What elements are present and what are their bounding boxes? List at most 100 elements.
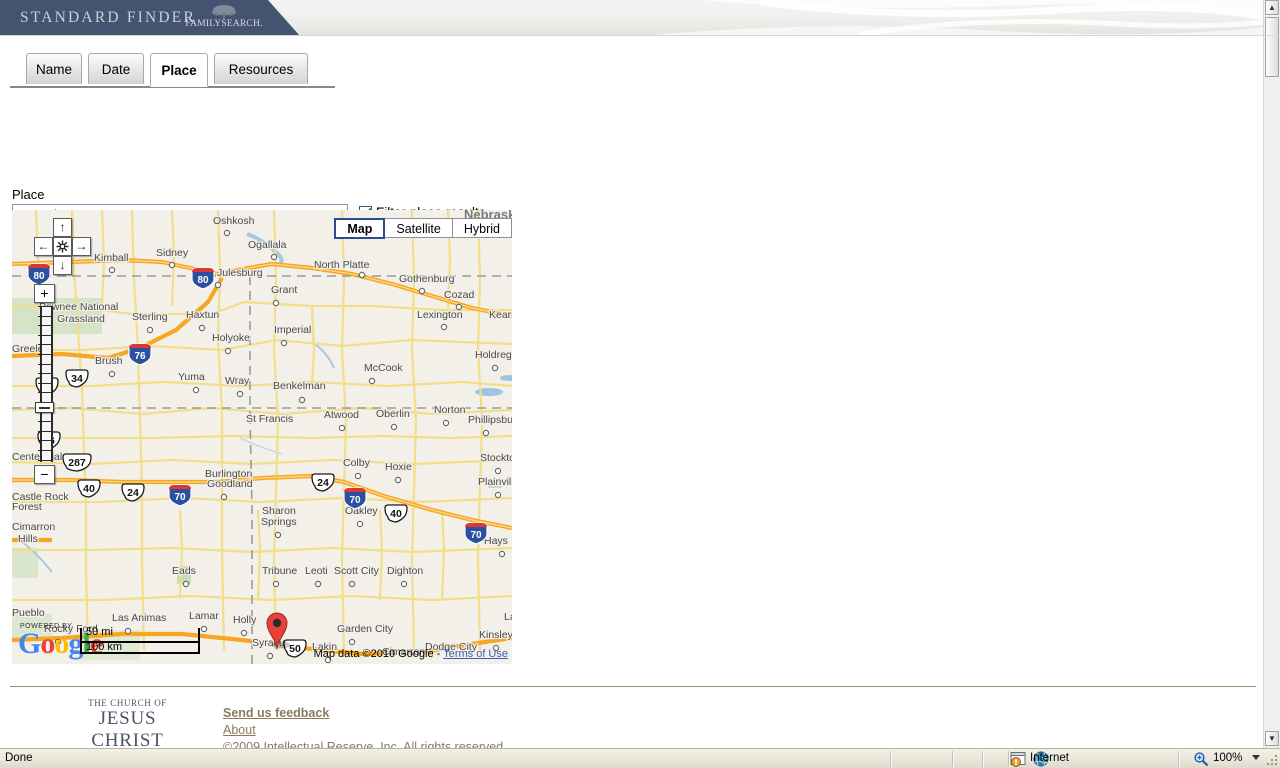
map-city-label: Grassland <box>57 313 105 325</box>
highway-shield-34: 34 <box>65 369 89 388</box>
map-zoom-control[interactable]: + − <box>34 284 58 484</box>
map-city-label: Plainville <box>478 476 512 488</box>
map-city-label: Ogallala <box>248 239 287 251</box>
map-type-map[interactable]: Map <box>334 218 386 239</box>
map-city-label: Holly <box>233 614 257 626</box>
tab-name[interactable]: Name <box>26 53 82 84</box>
scroll-down-arrow-icon[interactable]: ▼ <box>1265 731 1279 746</box>
map-city-label: Stockton <box>480 452 512 464</box>
app-title: STANDARD FINDER <box>20 9 197 26</box>
pan-up-button[interactable]: ↑ <box>53 218 72 237</box>
google-logo-o2: o <box>54 627 69 660</box>
pan-right-button[interactable]: → <box>72 237 91 256</box>
map-city-label: Dighton <box>387 565 423 577</box>
terms-of-use-link[interactable]: Terms of Use <box>443 648 508 660</box>
map-city-label: Sidney <box>156 247 189 259</box>
map-city-label: Cozad <box>444 289 475 301</box>
zoom-out-button[interactable]: − <box>34 465 55 484</box>
highway-shield-70: 70 <box>168 484 192 507</box>
map-city-label: Oshkosh <box>213 215 255 227</box>
zoom-tick <box>38 354 51 355</box>
map-type-satellite[interactable]: Satellite <box>385 218 453 238</box>
map-type-selector[interactable]: Map Satellite Hybrid <box>334 218 512 239</box>
zoom-in-button[interactable]: + <box>34 284 55 303</box>
security-zone-label: Internet <box>1030 752 1069 764</box>
vertical-scrollbar[interactable]: ▲ ▼ <box>1263 0 1280 748</box>
tab-place[interactable]: Place <box>150 53 208 87</box>
map-city-label: McCook <box>364 362 403 374</box>
map-city-label: Wray <box>225 375 250 387</box>
status-separator-2 <box>952 751 954 767</box>
map-city-label: Norton <box>434 404 466 416</box>
svg-text:80: 80 <box>197 275 209 286</box>
map-city-label: Hays <box>484 535 508 547</box>
zoom-tick <box>38 373 51 375</box>
tab-resources[interactable]: Resources <box>214 53 308 84</box>
map-type-hybrid[interactable]: Hybrid <box>452 218 512 238</box>
security-warning-icon[interactable] <box>1010 751 1026 767</box>
map-city-label: Lamar <box>189 610 219 622</box>
tab-date[interactable]: Date <box>88 53 144 84</box>
place-field-label: Place <box>12 187 45 202</box>
svg-text:287: 287 <box>68 457 86 469</box>
highway-shield-287: 287 <box>62 453 92 472</box>
zoom-slider-ticks <box>38 306 51 462</box>
svg-text:70: 70 <box>470 530 482 541</box>
zoom-tick <box>38 382 51 384</box>
send-feedback-link[interactable]: Send us feedback <box>223 705 507 722</box>
svg-text:76: 76 <box>134 351 146 362</box>
about-link[interactable]: About <box>223 722 507 739</box>
map-pin-marker[interactable] <box>264 610 290 650</box>
map-city-label: Brush <box>95 355 123 367</box>
map-city-label: Kimball <box>94 252 128 264</box>
highway-shield-40: 40 <box>77 479 101 498</box>
highway-shield-24: 24 <box>311 473 335 492</box>
map-city-label: Tribune <box>262 565 297 577</box>
zoom-slider-thumb[interactable] <box>35 402 54 413</box>
highway-shield-76: 76 <box>128 343 152 366</box>
map-city-label: Larned <box>504 611 512 623</box>
resize-grip-icon[interactable] <box>1266 754 1278 766</box>
map-city-label: Haxtun <box>186 309 219 321</box>
map-attribution-text: Map data ©2010 Google - <box>313 648 444 660</box>
pan-down-button[interactable]: ↓ <box>53 256 72 275</box>
highway-shield-80: 80 <box>191 267 215 290</box>
map-canvas[interactable]: NebraskaOshkoshSidneyKimballOgallalaJule… <box>12 210 512 664</box>
scrollbar-thumb[interactable] <box>1265 17 1279 77</box>
map-city-label: Garden City <box>337 623 394 635</box>
zoom-tick <box>38 306 51 307</box>
map-city-label: Lexington <box>417 309 463 321</box>
zoom-tick <box>38 334 51 336</box>
map-city-label: Holdrege <box>475 349 512 361</box>
pan-left-button[interactable]: ← <box>34 237 53 256</box>
scale-km-label: 100 km <box>86 641 123 653</box>
chevron-down-icon[interactable] <box>1252 755 1260 760</box>
map-city-label: Julesburg <box>217 267 263 279</box>
map-city-label: Gothenburg <box>399 273 455 285</box>
zoom-tick <box>38 363 51 365</box>
map-city-label: Forest <box>12 501 42 513</box>
scroll-up-arrow-icon[interactable]: ▲ <box>1265 0 1279 15</box>
status-text: Done <box>5 752 33 764</box>
svg-text:40: 40 <box>390 508 402 520</box>
map-city-label: Leoti <box>305 565 328 577</box>
familysearch-logo-text: FAMILYSEARCH. <box>185 19 263 29</box>
tab-place-label: Place <box>161 63 197 78</box>
magnifier-icon[interactable] <box>1193 751 1209 767</box>
google-logo-o1: o <box>40 627 55 660</box>
map-labels-layer: NebraskaOshkoshSidneyKimballOgallalaJule… <box>12 210 512 659</box>
map-city-label: Kinsley <box>479 629 512 641</box>
zoom-tick <box>38 392 51 394</box>
recenter-button[interactable] <box>53 237 72 256</box>
map-city-label: Yuma <box>178 371 205 383</box>
familysearch-logo[interactable]: FAMILYSEARCH. <box>182 3 266 33</box>
map-pan-control[interactable]: ↑ ← → ↓ <box>34 218 91 275</box>
map-city-label: Springs <box>261 516 297 528</box>
status-separator-1 <box>890 751 892 767</box>
map-city-label: Eads <box>172 565 196 577</box>
google-logo-g1: G <box>18 627 41 660</box>
map-city-label: Colby <box>343 457 371 469</box>
highway-shield-40: 40 <box>384 504 408 523</box>
app-header: STANDARD FINDER FAMILYSEARCH. <box>0 0 1280 36</box>
footer-divider <box>10 686 1256 687</box>
